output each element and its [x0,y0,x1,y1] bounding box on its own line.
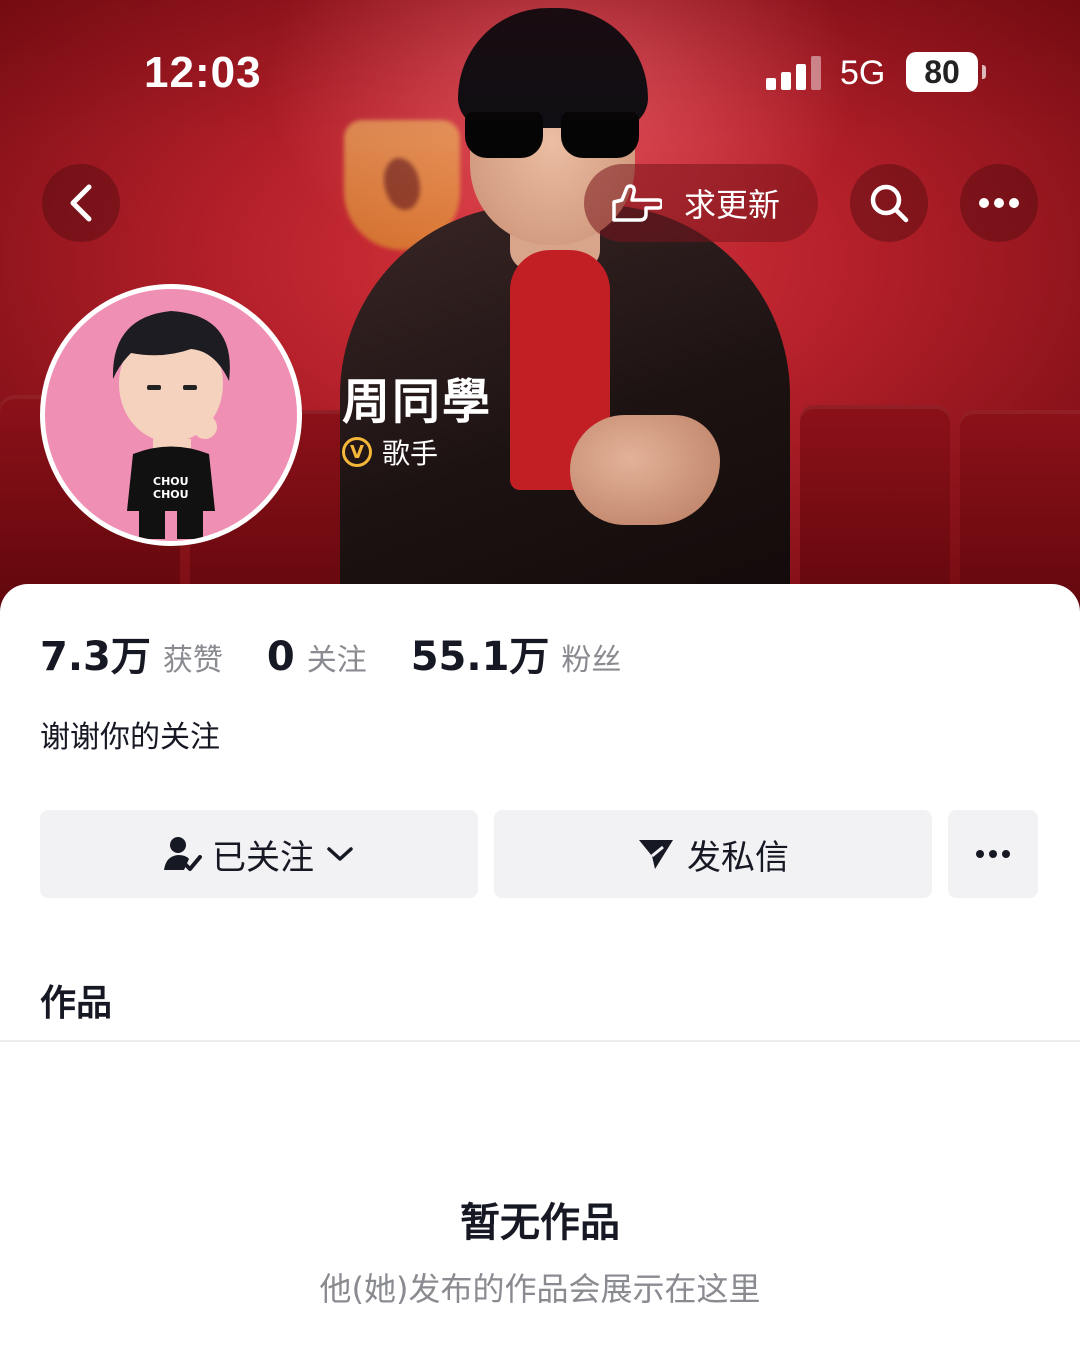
more-icon [979,198,1019,208]
stats-row: 7.3万 获赞 0 关注 55.1万 粉丝 [40,624,665,682]
more-icon [976,850,1010,858]
stat-label: 粉丝 [561,643,622,678]
stat-label: 获赞 [162,643,223,678]
request-update-label: 求更新 [684,186,781,224]
user-check-icon [164,837,202,871]
more-actions-button[interactable] [948,810,1038,898]
chevron-down-icon [327,847,353,861]
profile-tag-label: 歌手 [382,437,439,470]
stat-likes[interactable]: 7.3万 获赞 [40,624,223,682]
stat-value: 55.1万 [410,634,550,680]
verified-v-icon: V [342,437,372,467]
battery-icon: 80 [906,52,986,92]
status-time: 12:03 [144,48,262,97]
profile-bio: 谢谢你的关注 [40,720,220,755]
stat-followers[interactable]: 55.1万 粉丝 [411,624,622,682]
send-message-label: 发私信 [687,837,789,878]
action-row: 已关注 发私信 [40,810,1038,898]
profile-name: 周同學 [342,374,493,430]
search-icon [870,184,909,223]
stat-value: 0 [266,634,295,680]
send-message-button[interactable]: 发私信 [494,810,932,898]
back-button[interactable] [42,164,120,242]
svg-text:CHOU: CHOU [153,488,189,501]
send-icon [639,840,673,869]
stat-value: 7.3万 [40,634,151,680]
request-update-button[interactable]: 求更新 [584,164,818,242]
avatar[interactable]: CHOU CHOU [40,284,302,546]
svg-text:CHOU: CHOU [153,475,189,488]
empty-state-title: 暂无作品 [460,1200,620,1246]
pointing-hand-icon [612,184,662,222]
following-label: 已关注 [212,837,314,878]
stat-following[interactable]: 0 关注 [267,634,367,680]
more-options-button[interactable] [960,164,1038,242]
following-button[interactable]: 已关注 [40,810,478,898]
back-icon [70,184,92,222]
avatar-figure-image: CHOU CHOU [112,311,230,539]
search-button[interactable] [850,164,928,242]
profile-tag: V 歌手 [342,432,438,472]
tab-works[interactable]: 作品 [40,974,112,1026]
network-type: 5G [840,54,886,92]
divider [0,1040,1080,1042]
signal-icon [766,56,822,90]
profile-sheet: 7.3万 获赞 0 关注 55.1万 粉丝 谢谢你的关注 已关注 发私信 作品 … [0,584,1080,1370]
battery-level: 80 [924,54,960,90]
stat-label: 关注 [306,643,367,678]
empty-state-subtitle: 他(她)发布的作品会展示在这里 [319,1270,761,1308]
